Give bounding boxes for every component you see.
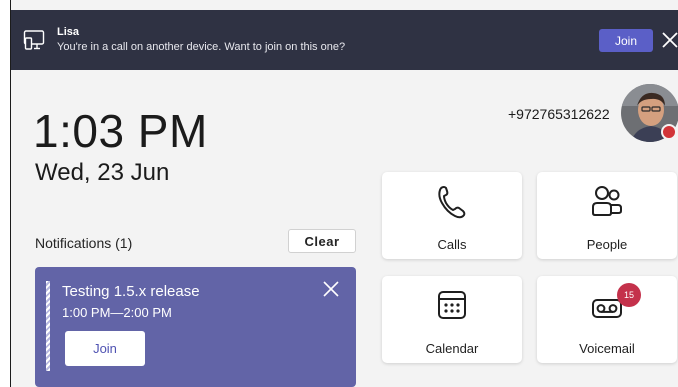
close-icon[interactable] — [661, 30, 678, 50]
calendar-tile[interactable]: Calendar — [382, 276, 522, 363]
people-tile[interactable]: People — [537, 172, 677, 259]
people-icon — [592, 186, 622, 216]
calls-label: Calls — [437, 237, 467, 252]
calendar-label: Calendar — [425, 341, 479, 356]
banner-caller-name: Lisa — [57, 26, 80, 38]
clock-time: 1:03 PM — [33, 105, 208, 157]
call-transfer-banner: Lisa You're in a call on another device.… — [11, 10, 678, 70]
calendar-icon — [438, 291, 466, 319]
meeting-time: 1:00 PM—2:00 PM — [62, 305, 172, 320]
voicemail-label: Voicemail — [579, 341, 635, 356]
voicemail-tile[interactable]: 15 Voicemail — [537, 276, 677, 363]
banner-message: You're in a call on another device. Want… — [57, 41, 346, 53]
phone-number: +972765312622 — [508, 106, 610, 122]
phone-icon — [438, 186, 466, 219]
device-transfer-icon — [23, 30, 45, 50]
meeting-stripe — [46, 281, 50, 371]
banner-join-button[interactable]: Join — [599, 29, 653, 52]
meeting-notification-card[interactable]: Testing 1.5.x release 1:00 PM—2:00 PM Jo… — [35, 267, 356, 387]
teams-phone-home-screen: Lisa You're in a call on another device.… — [10, 0, 678, 387]
voicemail-count-badge: 15 — [617, 283, 641, 307]
clock-date: Wed, 23 Jun — [35, 159, 170, 186]
clear-notifications-button[interactable]: Clear — [288, 229, 356, 253]
calls-tile[interactable]: Calls — [382, 172, 522, 259]
notifications-title: Notifications (1) — [35, 235, 133, 251]
meeting-join-button[interactable]: Join — [65, 331, 145, 366]
presence-busy-indicator — [661, 124, 677, 140]
close-icon[interactable] — [322, 280, 340, 298]
people-label: People — [586, 237, 628, 252]
meeting-title: Testing 1.5.x release — [62, 283, 200, 300]
